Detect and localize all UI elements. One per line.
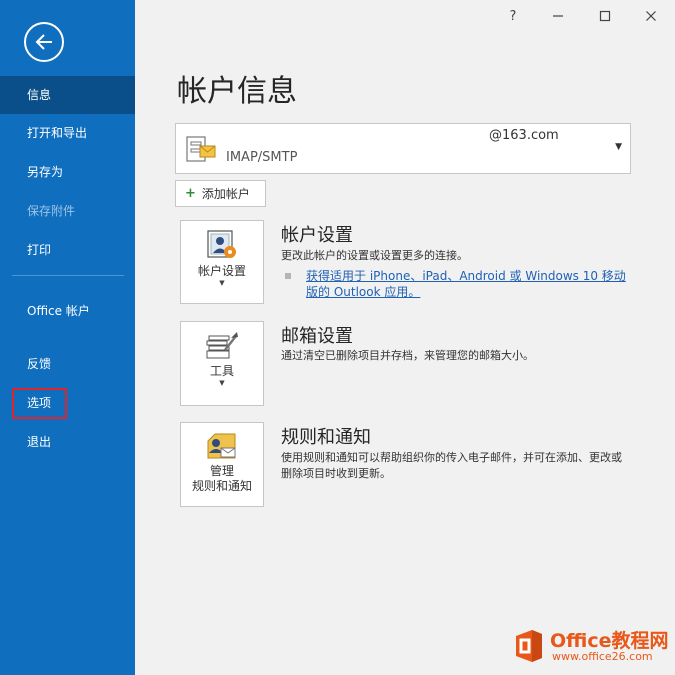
sidebar-item-label: 退出 <box>27 435 52 449</box>
plus-icon: + <box>185 186 196 201</box>
minimize-icon <box>553 15 563 17</box>
rules-alerts-heading: 规则和通知 <box>281 427 371 448</box>
bullet-icon <box>285 273 291 279</box>
sidebar-item-label: 反馈 <box>27 357 52 371</box>
rules-alerts-icon <box>207 433 236 459</box>
account-settings-description: 更改此帐户的设置或设置更多的连接。 <box>281 249 468 262</box>
watermark-name: Office教程网 <box>550 630 669 652</box>
add-account-label: 添加帐户 <box>201 187 250 201</box>
options-highlight-box <box>12 388 67 419</box>
sidebar-item-label: 打印 <box>27 243 52 257</box>
back-button[interactable] <box>24 22 64 62</box>
dropdown-caret-icon: ▼ <box>615 142 622 152</box>
tools-icon <box>206 332 238 359</box>
get-outlook-app-link[interactable]: 获得适用于 iPhone、iPad、Android 或 Windows 10 移… <box>306 268 636 300</box>
sidebar-item-feedback[interactable]: 反馈 <box>0 356 135 372</box>
close-icon <box>646 11 656 21</box>
maximize-icon <box>599 10 611 22</box>
sidebar-item-save-attachments: 保存附件 <box>0 203 135 219</box>
dropdown-caret-icon: ▼ <box>219 279 225 287</box>
tools-tile[interactable]: 工具 ▼ <box>180 321 264 406</box>
tile-label: 帐户设置 <box>197 264 246 278</box>
back-arrow-icon <box>35 34 52 50</box>
mailbox-settings-description: 通过清空已删除项目并存档，来管理您的邮箱大小。 <box>281 349 534 362</box>
maximize-button[interactable] <box>593 6 617 26</box>
sidebar-item-exit[interactable]: 退出 <box>0 434 135 450</box>
close-button[interactable] <box>639 6 663 26</box>
sidebar-item-label: 保存附件 <box>27 204 76 218</box>
account-settings-icon <box>207 230 236 258</box>
sidebar-item-label: 另存为 <box>27 165 64 179</box>
sidebar-item-open-export[interactable]: 打开和导出 <box>0 125 135 141</box>
help-button[interactable]: ? <box>501 6 525 26</box>
account-email: @163.com <box>489 128 559 143</box>
office26-watermark: Office教程网 www.office26.com <box>512 626 672 666</box>
sidebar-item-info[interactable]: 信息 <box>0 76 135 114</box>
page-title: 帐户信息 <box>177 74 297 109</box>
sidebar-item-label: 打开和导出 <box>27 126 88 140</box>
dropdown-caret-icon: ▼ <box>219 379 225 387</box>
mailbox-settings-heading: 邮箱设置 <box>281 326 353 347</box>
tile-label: 工具 <box>209 364 234 378</box>
account-settings-heading: 帐户设置 <box>281 225 353 246</box>
sidebar-item-label: 信息 <box>27 88 52 102</box>
sidebar-item-office-account[interactable]: Office 帐户 <box>0 303 115 319</box>
sidebar-item-print[interactable]: 打印 <box>0 242 135 258</box>
account-settings-tile[interactable]: 帐户设置 ▼ <box>180 220 264 304</box>
tile-label-line1: 管理 <box>209 464 234 478</box>
watermark-url: www.office26.com <box>552 650 653 663</box>
add-account-button[interactable]: + 添加帐户 <box>175 180 266 207</box>
rules-alerts-description: 使用规则和通知可以帮助组织你的传入电子邮件，并可在添加、更改或删除项目时收到更新… <box>281 451 622 480</box>
sidebar-item-label: Office 帐户 <box>27 304 90 318</box>
account-selector[interactable]: @163.com IMAP/SMTP ▼ <box>175 123 631 174</box>
account-type: IMAP/SMTP <box>226 150 298 165</box>
office-logo-icon <box>516 630 542 662</box>
manage-rules-tile[interactable]: 管理 规则和通知 <box>180 422 264 507</box>
minimize-button[interactable] <box>546 6 570 26</box>
sidebar-item-save-as[interactable]: 另存为 <box>0 164 135 180</box>
backstage-sidebar: 信息 打开和导出 另存为 保存附件 打印 Office 帐户 反馈 选项 退出 <box>0 0 135 675</box>
mailbox-icon <box>186 136 216 162</box>
sidebar-divider <box>12 275 124 276</box>
tile-label-line2: 规则和通知 <box>191 479 252 493</box>
